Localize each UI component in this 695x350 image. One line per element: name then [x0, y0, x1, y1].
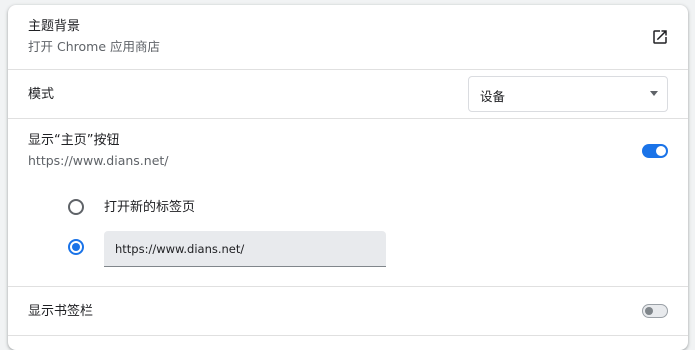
mode-label: 模式	[28, 87, 55, 102]
theme-subtitle: 打开 Chrome 应用商店	[28, 39, 160, 54]
mode-select[interactable]: 设备	[468, 76, 668, 112]
home-button-toggle[interactable]	[642, 144, 668, 158]
bookmarks-bar-toggle[interactable]	[642, 304, 668, 318]
radio-custom-url[interactable]	[68, 239, 84, 255]
home-button-subtitle: https://www.dians.net/	[28, 153, 169, 168]
radio-new-tab-page-label[interactable]: 打开新的标签页	[104, 200, 195, 216]
theme-title: 主题背景	[28, 19, 81, 34]
home-button-title: 显示“主页”按钮	[28, 133, 120, 148]
divider	[8, 335, 688, 336]
home-url-input[interactable]	[104, 231, 386, 267]
dropdown-arrow-icon	[650, 91, 658, 96]
home-button-row: 显示“主页”按钮 https://www.dians.net/	[8, 119, 688, 179]
toggle-knob	[645, 307, 653, 315]
open-in-new-icon	[653, 30, 667, 44]
appearance-settings-card: 主题背景 打开 Chrome 应用商店 模式 设备 显示“主页”按钮 https…	[8, 5, 688, 350]
open-web-store-button[interactable]	[646, 23, 674, 51]
radio-dot	[72, 243, 80, 251]
mode-select-value: 设备	[480, 89, 506, 104]
radio-new-tab-page[interactable]	[68, 199, 84, 215]
theme-row[interactable]: 主题背景 打开 Chrome 应用商店	[8, 5, 688, 69]
bookmarks-bar-row: 显示书签栏	[8, 287, 688, 335]
bookmarks-bar-label: 显示书签栏	[28, 304, 94, 319]
toggle-knob	[656, 146, 666, 156]
